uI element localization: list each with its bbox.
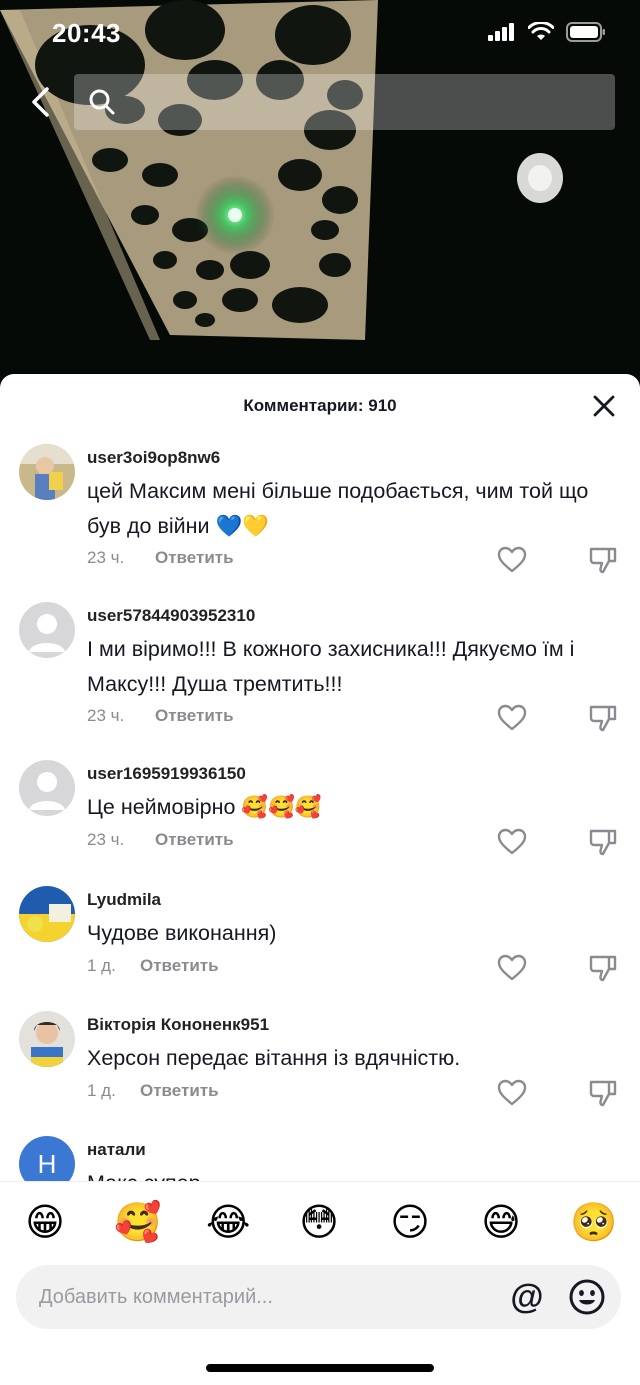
thumbs-down-icon (589, 705, 617, 732)
comment-username[interactable]: user1695919936150 (87, 764, 246, 784)
emoji-picker-button[interactable] (568, 1278, 606, 1316)
comment-username[interactable]: user3oi9op8nw6 (87, 448, 220, 468)
comment-text: І ми віримо!!! В кожного захисника!!! Дя… (87, 637, 575, 696)
like-button[interactable] (497, 954, 527, 982)
reply-button[interactable]: Ответить (155, 830, 234, 850)
reply-button[interactable]: Ответить (155, 548, 234, 568)
comments-title: Комментарии: 910 (243, 396, 397, 415)
comment-time: 23 ч. (87, 830, 125, 849)
avatar[interactable] (19, 760, 75, 816)
user-photo-avatar (19, 886, 75, 942)
status-time: 20:43 (52, 18, 121, 48)
dislike-button[interactable] (589, 704, 617, 732)
emoji-button[interactable]: 😁 (23, 1200, 67, 1244)
comment-time: 1 д. (87, 1081, 116, 1100)
comment-meta: 23 ч. Ответить (87, 830, 234, 850)
comment-username[interactable]: user57844903952310 (87, 606, 255, 626)
dislike-button[interactable] (589, 954, 617, 982)
comment-text: Макс супер (87, 1166, 622, 1181)
emoji-button[interactable]: 😳 (297, 1200, 341, 1244)
heart-outline-icon (497, 704, 527, 731)
home-indicator (206, 1364, 434, 1372)
comment-item: Вікторія Кононенк951 Херсон передає віта… (0, 1011, 640, 1131)
default-avatar-icon (29, 614, 65, 652)
heart-outline-icon (497, 828, 527, 855)
emoji-button[interactable]: 🥺 (570, 1200, 617, 1244)
heart-outline-icon (497, 546, 527, 573)
emoji-quick-bar: 😁 🥰 😂 😳 😏 😅 🥺 (0, 1181, 640, 1261)
back-button[interactable] (20, 82, 60, 122)
reply-button[interactable]: Ответить (140, 1081, 219, 1101)
search-icon (89, 89, 115, 115)
avatar[interactable]: Н (19, 1136, 75, 1181)
emoji-button[interactable]: 😅 (479, 1200, 523, 1244)
cellular-signal-icon (488, 23, 514, 41)
smiley-icon (569, 1279, 605, 1315)
user-photo-avatar (19, 444, 75, 500)
comment-time: 23 ч. (87, 548, 125, 567)
comment-input-placeholder: Добавить комментарий... (39, 1286, 273, 1308)
comment-text: цей Максим мені більше подобається, чим … (87, 479, 589, 538)
like-button[interactable] (497, 828, 527, 856)
comment-text: Це неймовірно 🥰🥰🥰 (87, 795, 322, 819)
comment-text: Чудове виконання) (87, 921, 277, 945)
avatar[interactable] (19, 602, 75, 658)
dislike-button[interactable] (589, 546, 617, 574)
comment-list[interactable]: user3oi9op8nw6 цей Максим мені більше по… (0, 436, 640, 1181)
avatar[interactable] (19, 886, 75, 942)
status-bar: 20:43 (0, 0, 640, 70)
wifi-icon (528, 22, 554, 40)
comment-item: user57844903952310 І ми віримо!!! В кожн… (0, 602, 640, 752)
like-button[interactable] (497, 1079, 527, 1107)
thumbs-down-icon (589, 955, 617, 982)
comment-meta: 1 д. Ответить (87, 1081, 219, 1101)
comment-item: user3oi9op8nw6 цей Максим мені більше по… (0, 444, 640, 594)
comment-username[interactable]: Lyudmila (87, 890, 161, 910)
dislike-button[interactable] (589, 1079, 617, 1107)
emoji-button[interactable]: 🥰 (114, 1200, 161, 1244)
status-icons (488, 22, 606, 42)
comment-meta: 23 ч. Ответить (87, 706, 234, 726)
emoji-button[interactable]: 😏 (388, 1200, 432, 1244)
thumbs-down-icon (589, 829, 617, 856)
heart-outline-icon (497, 1079, 527, 1106)
close-button[interactable] (592, 394, 616, 418)
comment-time: 23 ч. (87, 706, 125, 725)
comment-item: Н натали Макс супер (0, 1136, 640, 1181)
thumbs-down-icon (589, 1080, 617, 1107)
comment-input[interactable]: Добавить комментарий... @ (16, 1265, 621, 1329)
comment-text: Херсон передає вітання із вдячністю. (87, 1046, 461, 1070)
comment-item: Lyudmila Чудове виконання) 1 д. Ответить (0, 886, 640, 1006)
comment-meta: 1 д. Ответить (87, 956, 219, 976)
app-screen: 20:43 Комментарии: 910 user3oi9op8nw6 це… (0, 0, 640, 1385)
comment-time: 1 д. (87, 956, 116, 975)
close-icon (593, 395, 615, 417)
heart-outline-icon (497, 954, 527, 981)
comment-item: user1695919936150 Це неймовірно 🥰🥰🥰 23 ч… (0, 760, 640, 880)
search-input[interactable] (74, 74, 615, 130)
emoji-button[interactable]: 😂 (206, 1200, 250, 1244)
avatar[interactable] (19, 444, 75, 500)
thumbs-down-icon (589, 547, 617, 574)
like-button[interactable] (497, 704, 527, 732)
chevron-left-icon (32, 87, 49, 117)
mention-button[interactable]: @ (508, 1278, 546, 1316)
avatar[interactable] (19, 1011, 75, 1067)
comment-username[interactable]: натали (87, 1140, 146, 1160)
reply-button[interactable]: Ответить (140, 956, 219, 976)
battery-icon (566, 22, 605, 42)
comment-meta: 23 ч. Ответить (87, 548, 234, 568)
comment-username[interactable]: Вікторія Кононенк951 (87, 1015, 269, 1035)
comments-header: Комментарии: 910 (0, 374, 640, 436)
user-photo-avatar (19, 1011, 75, 1067)
default-avatar-icon (29, 772, 65, 810)
comments-sheet: Комментарии: 910 user3oi9op8nw6 цей Макс… (0, 374, 640, 1385)
reply-button[interactable]: Ответить (155, 706, 234, 726)
dislike-button[interactable] (589, 828, 617, 856)
like-button[interactable] (497, 546, 527, 574)
